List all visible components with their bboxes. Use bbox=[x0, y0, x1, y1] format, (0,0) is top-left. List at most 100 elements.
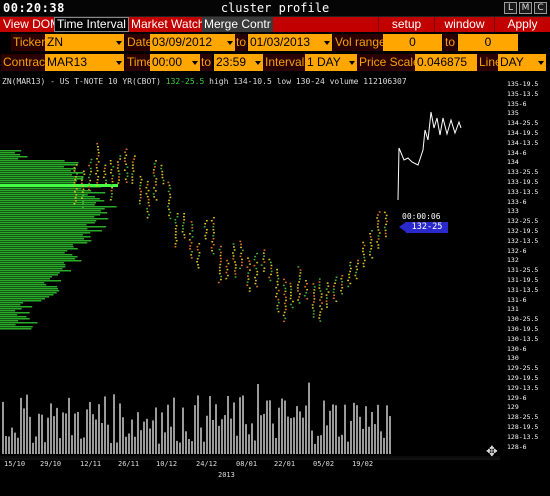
profile-bar bbox=[0, 328, 32, 330]
volume-bar bbox=[329, 410, 331, 454]
price-cluster-dot bbox=[82, 194, 85, 197]
volume-bar bbox=[137, 412, 139, 454]
volume-bar bbox=[80, 438, 82, 454]
price-cluster-dot bbox=[152, 172, 155, 174]
cluster-profile-chart[interactable] bbox=[0, 74, 550, 496]
contract-select[interactable]: MAR13 bbox=[45, 54, 124, 71]
apply-button[interactable]: Apply bbox=[494, 17, 550, 32]
price-cluster-dot bbox=[334, 279, 337, 282]
price-cluster-dot bbox=[303, 294, 306, 297]
profile-bar bbox=[0, 178, 84, 180]
menu-time-interval[interactable]: Time Interval bbox=[54, 17, 129, 32]
price-cluster-dot bbox=[212, 222, 215, 225]
vol-to-input[interactable]: 0 bbox=[458, 34, 518, 51]
price-cluster-dot bbox=[182, 227, 185, 230]
price-cluster-dot bbox=[169, 217, 172, 220]
profile-bar bbox=[0, 164, 77, 166]
close-button[interactable]: C bbox=[534, 2, 547, 14]
profile-bar bbox=[0, 262, 65, 264]
time-from-input[interactable]: 00:00 bbox=[150, 54, 200, 71]
price-cluster-dot bbox=[240, 243, 242, 246]
price-cluster-dot bbox=[191, 224, 194, 226]
volume-bar bbox=[140, 430, 142, 454]
volume-bar bbox=[230, 418, 232, 454]
price-cluster-dot bbox=[218, 269, 221, 272]
ticker-select[interactable]: ZN bbox=[45, 34, 124, 51]
volume-text: volume 112106307 bbox=[329, 77, 407, 86]
price-cluster-dot bbox=[131, 161, 134, 163]
line-select[interactable]: DAY bbox=[498, 54, 546, 71]
date-from-input[interactable]: 03/09/2012 bbox=[150, 34, 235, 51]
price-tick-label: 129-25.5 bbox=[507, 364, 539, 373]
change-text: 132-25.5 bbox=[165, 77, 205, 86]
price-cluster-dot bbox=[376, 226, 379, 228]
price-cluster-dot bbox=[262, 258, 265, 260]
chart-canvas[interactable] bbox=[0, 74, 550, 496]
price-cluster-dot bbox=[146, 207, 148, 210]
menu-merge-contr[interactable]: Merge Contr bbox=[202, 17, 273, 32]
vol-from-input[interactable]: 0 bbox=[383, 34, 442, 51]
price-cluster-dot bbox=[131, 176, 134, 178]
price-cluster-dot bbox=[168, 214, 170, 217]
volume-bar bbox=[281, 398, 283, 454]
menu-market-watch[interactable]: Market Watch bbox=[129, 17, 207, 32]
price-cluster-dot bbox=[333, 288, 335, 291]
volume-bar bbox=[242, 395, 244, 454]
date-to-input[interactable]: 01/03/2013 bbox=[248, 34, 332, 51]
price-tick-label: 130-6 bbox=[507, 344, 527, 353]
price-cluster-dot bbox=[175, 224, 178, 227]
volume-bar bbox=[260, 415, 262, 454]
profile-bar bbox=[0, 200, 105, 202]
price-cluster-dot bbox=[332, 285, 335, 288]
menu-bar: View DOM Time Interval Market Watch Merg… bbox=[0, 17, 550, 32]
profile-bar bbox=[0, 324, 16, 326]
title-bar: 00:20:38 cluster profile L M C bbox=[0, 0, 550, 17]
price-cluster-dot bbox=[362, 262, 365, 265]
price-cluster-dot bbox=[313, 301, 315, 303]
price-cluster-dot bbox=[97, 152, 100, 154]
volume-bar bbox=[173, 397, 175, 454]
price-cluster-dot bbox=[377, 223, 379, 225]
price-cluster-dot bbox=[119, 155, 122, 157]
price-cluster-dot bbox=[377, 229, 380, 231]
price-cluster-dot bbox=[378, 211, 381, 213]
profile-bar bbox=[0, 266, 66, 268]
price-cluster-dot bbox=[74, 185, 76, 187]
price-cluster-dot bbox=[233, 249, 236, 251]
price-cluster-dot bbox=[383, 226, 386, 229]
price-cluster-dot bbox=[198, 242, 201, 245]
price-cluster-dot bbox=[327, 291, 330, 293]
volume-bar bbox=[275, 437, 277, 454]
profile-bar bbox=[0, 232, 91, 234]
price-cluster-dot bbox=[160, 167, 163, 170]
time-to-input[interactable]: 23:59 bbox=[214, 54, 263, 71]
lock-button[interactable]: L bbox=[504, 2, 517, 14]
minimize-button[interactable]: M bbox=[519, 2, 532, 14]
profile-bar bbox=[0, 290, 60, 292]
year-label: 2013 bbox=[218, 471, 235, 479]
price-cluster-dot bbox=[124, 178, 127, 180]
window-button[interactable]: window bbox=[434, 17, 494, 32]
price-cluster-dot bbox=[161, 173, 164, 176]
profile-bar bbox=[0, 166, 64, 168]
price-cluster-dot bbox=[97, 149, 100, 151]
interval-select[interactable]: 1 DAY bbox=[305, 54, 357, 71]
price-cluster-dot bbox=[80, 182, 83, 185]
price-cluster-dot bbox=[197, 266, 200, 269]
price-scale-label: Price Scale bbox=[357, 54, 422, 71]
price-cluster-dot bbox=[304, 285, 307, 288]
profile-bar bbox=[0, 304, 21, 306]
volume-bar bbox=[314, 443, 316, 454]
volume-bar bbox=[149, 428, 151, 454]
menu-view-dom[interactable]: View DOM bbox=[1, 17, 62, 32]
price-scale-input[interactable]: 0.046875 bbox=[415, 54, 477, 71]
price-cluster-dot bbox=[174, 242, 177, 245]
price-cluster-dot bbox=[276, 268, 278, 271]
price-cluster-dot bbox=[277, 301, 280, 304]
price-cluster-dot bbox=[174, 245, 177, 248]
price-cluster-dot bbox=[155, 199, 158, 201]
price-cluster-dot bbox=[126, 175, 129, 177]
setup-button[interactable]: setup bbox=[378, 17, 434, 32]
price-tick-label: 131 bbox=[507, 305, 519, 314]
price-cluster-dot bbox=[297, 290, 299, 292]
